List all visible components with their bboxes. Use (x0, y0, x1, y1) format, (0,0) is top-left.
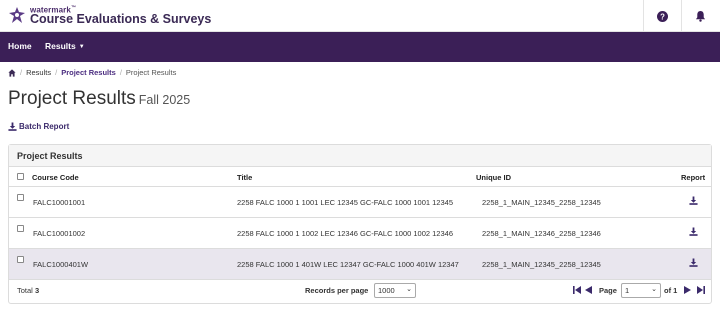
bell-icon (695, 10, 706, 22)
breadcrumb-project-results-link[interactable]: Project Results (61, 68, 116, 77)
page-value: 1 (625, 286, 630, 295)
nav-results-dropdown[interactable]: Results ▼ (45, 41, 85, 51)
breadcrumb-separator: / (20, 68, 23, 77)
course-code-cell: FALC10001001 (33, 198, 86, 207)
breadcrumb-separator: / (119, 68, 122, 77)
table-row: FALC1000401W 2258 FALC 1000 1 401W LEC 1… (9, 249, 711, 280)
help-icon: ? (657, 10, 668, 22)
batch-report-label: Batch Report (19, 122, 70, 131)
breadcrumb-separator: / (55, 68, 58, 77)
table-header-row: Course Code Title Unique ID Report (9, 167, 711, 187)
records-per-page-select[interactable]: 1000 ⌄ (374, 283, 416, 298)
title-cell: 2258 FALC 1000 1 401W LEC 12347 GC-FALC … (237, 260, 459, 269)
chevron-down-icon: ⌄ (406, 286, 412, 293)
term-label: Fall 2025 (138, 93, 191, 107)
column-header-course-code[interactable]: Course Code (32, 173, 79, 182)
unique-id-cell: 2258_1_MAIN_12345_2258_12345 (482, 198, 601, 207)
breadcrumb-current: Project Results (125, 68, 177, 77)
row-checkbox[interactable] (17, 256, 24, 263)
row-checkbox[interactable] (17, 225, 24, 232)
total-value: 3 (34, 286, 40, 295)
page-title-text: Project Results (8, 88, 136, 109)
first-page-icon[interactable] (573, 286, 581, 294)
column-header-report: Report (681, 173, 706, 182)
page-select[interactable]: 1 ⌄ (621, 283, 661, 298)
course-code-cell: FALC10001002 (33, 229, 86, 238)
chevron-down-icon: ⌄ (651, 286, 657, 293)
table-row: FALC10001001 2258 FALC 1000 1 1001 LEC 1… (9, 187, 711, 218)
download-report-icon[interactable] (689, 227, 698, 236)
nav-results-label: Results (45, 41, 76, 51)
records-per-page-value: 1000 (378, 286, 395, 295)
batch-report-link[interactable]: Batch Report (8, 122, 69, 131)
column-header-unique-id[interactable]: Unique ID (476, 173, 511, 182)
brand-name: Course Evaluations & Surveys (30, 12, 212, 26)
watermark-logo-icon[interactable] (8, 6, 26, 24)
project-results-panel: Project Results Course Code Title Unique… (8, 144, 712, 304)
unique-id-cell: 2258_1_MAIN_12345_2258_12345 (482, 260, 601, 269)
records-per-page-label: Records per page (305, 286, 369, 295)
total-count: Total 3 (17, 286, 39, 295)
download-report-icon[interactable] (689, 258, 698, 267)
page-label: Page (599, 286, 617, 295)
download-report-icon[interactable] (689, 196, 698, 205)
next-page-icon[interactable] (684, 286, 691, 294)
page-title: Project Results Fall 2025 (8, 88, 190, 110)
row-checkbox[interactable] (17, 194, 24, 201)
title-cell: 2258 FALC 1000 1 1001 LEC 12345 GC-FALC … (237, 198, 453, 207)
select-all-checkbox[interactable] (17, 173, 24, 180)
home-icon[interactable] (8, 68, 16, 77)
nav-home[interactable]: Home (8, 41, 32, 51)
top-bar: watermark™ Course Evaluations & Surveys … (0, 0, 720, 32)
help-button[interactable]: ? (643, 0, 681, 32)
title-cell: 2258 FALC 1000 1 1002 LEC 12346 GC-FALC … (237, 229, 453, 238)
panel-heading: Project Results (9, 145, 711, 167)
course-code-cell: FALC1000401W (33, 260, 89, 269)
svg-text:?: ? (660, 12, 665, 21)
total-label: Total (17, 286, 33, 295)
download-icon (8, 122, 17, 131)
main-nav: Home Results ▼ (0, 32, 720, 62)
unique-id-cell: 2258_1_MAIN_12346_2258_12346 (482, 229, 601, 238)
breadcrumb: / Results / Project Results / Project Re… (8, 68, 176, 77)
previous-page-icon[interactable] (585, 286, 592, 294)
table-row: FALC10001002 2258 FALC 1000 1 1002 LEC 1… (9, 218, 711, 249)
page-of-label: of 1 (664, 286, 678, 295)
last-page-icon[interactable] (697, 286, 705, 294)
table-footer: Total 3 Records per page 1000 ⌄ Page 1 ⌄… (9, 280, 711, 304)
notifications-button[interactable] (681, 0, 719, 32)
column-header-title[interactable]: Title (237, 173, 252, 182)
caret-down-icon: ▼ (78, 44, 85, 50)
breadcrumb-results[interactable]: Results (26, 68, 51, 77)
